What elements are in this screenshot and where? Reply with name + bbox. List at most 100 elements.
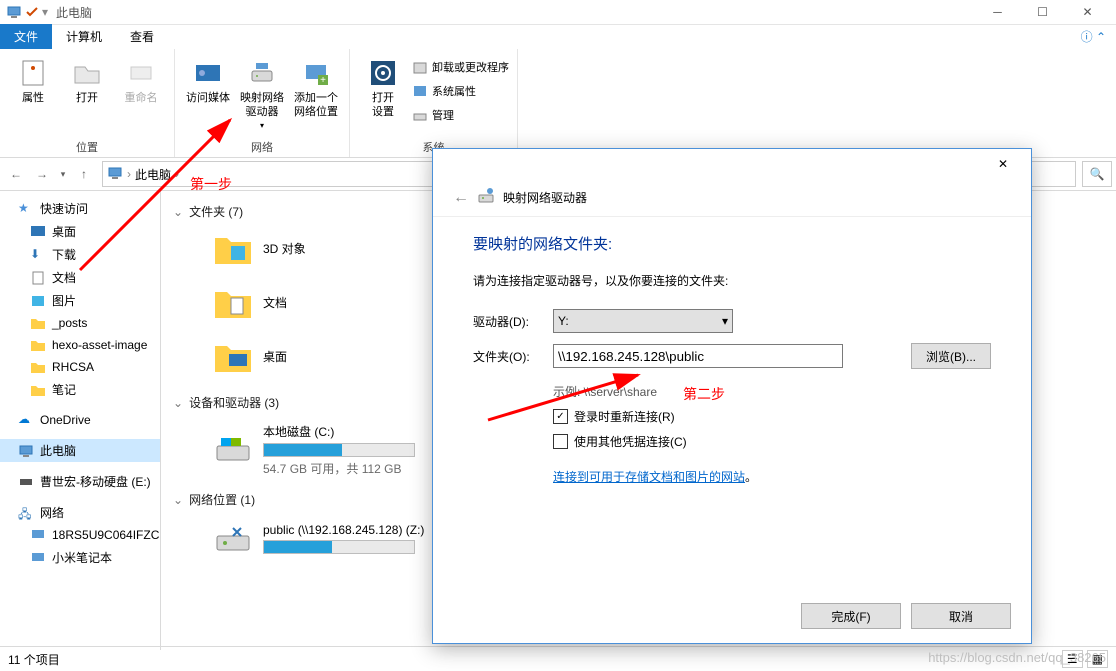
ribbon-uninstall[interactable]: 卸载或更改程序	[412, 57, 509, 79]
sidebar-pictures[interactable]: 图片	[0, 289, 160, 312]
label: 映射网络 驱动器	[240, 91, 284, 119]
sidebar-net1[interactable]: 18RS5U9C064IFZC	[0, 524, 160, 546]
sidebar-downloads[interactable]: ⬇下载	[0, 243, 160, 266]
label: 取消	[949, 608, 973, 625]
search-button[interactable]: 🔍	[1082, 161, 1112, 187]
drive-icon	[477, 187, 495, 208]
label: OneDrive	[40, 413, 91, 427]
nav-up-icon[interactable]: ↑	[72, 162, 96, 186]
check-icon[interactable]	[24, 4, 40, 20]
sidebar-posts[interactable]: _posts	[0, 312, 160, 334]
status-bar: 11 个项目 ☰ ▦	[0, 646, 1116, 671]
folder-label: 文件夹(O):	[473, 348, 553, 365]
sidebar-notes[interactable]: 笔记	[0, 378, 160, 401]
ribbon-collapse-icon[interactable]: ⓘ ⌃	[1071, 24, 1116, 49]
chevron-down-icon: ⌄	[173, 493, 183, 507]
label: 浏览(B)...	[926, 348, 976, 365]
pc-icon	[6, 4, 22, 20]
label: hexo-asset-image	[52, 338, 147, 352]
drive-name: 本地磁盘 (C:)	[263, 423, 415, 440]
label: 文件夹 (7)	[189, 203, 243, 220]
label: 文档	[263, 294, 287, 311]
label: 访问媒体	[186, 91, 230, 105]
capacity-bar	[263, 540, 415, 554]
minimize-button[interactable]: ─	[975, 0, 1020, 24]
label: 设备和驱动器 (3)	[189, 394, 279, 411]
maximize-button[interactable]: ☐	[1020, 0, 1065, 24]
label: 卸载或更改程序	[432, 61, 509, 75]
checkbox-icon	[553, 434, 568, 449]
reconnect-checkbox[interactable]: ✓登录时重新连接(R)	[553, 404, 991, 429]
close-button[interactable]: ✕	[1065, 0, 1110, 24]
ribbon: 属性 打开 重命名 位置 访问媒体 映射网络 驱动器▾ +添加一个 网络位置 网…	[0, 49, 1116, 158]
map-drive-dialog: ✕ ← 映射网络驱动器 要映射的网络文件夹: 请为连接指定驱动器号，以及你要连接…	[432, 148, 1032, 644]
label: 网络位置 (1)	[189, 491, 255, 508]
sidebar-hexo[interactable]: hexo-asset-image	[0, 334, 160, 356]
view-icons-icon[interactable]: ▦	[1087, 650, 1108, 668]
label: 打开	[76, 91, 98, 105]
sidebar-quick-access[interactable]: ★快速访问	[0, 197, 160, 220]
drive-info: 54.7 GB 可用，共 112 GB	[263, 460, 415, 477]
nav-forward-icon[interactable]: →	[30, 162, 54, 186]
sidebar-net2[interactable]: 小米笔记本	[0, 546, 160, 569]
label: 重命名	[125, 91, 158, 105]
folder-input[interactable]	[553, 344, 843, 368]
drive-select[interactable]: Y: ▾	[553, 309, 733, 333]
othercreds-checkbox[interactable]: 使用其他凭据连接(C)	[553, 429, 991, 454]
sidebar-network[interactable]: 🖧网络	[0, 501, 160, 524]
ribbon-open[interactable]: 打开	[62, 53, 112, 137]
label: 添加一个 网络位置	[294, 91, 338, 119]
netloc-name: public (\\192.168.245.128) (Z:)	[263, 523, 424, 537]
tab-file[interactable]: 文件	[0, 24, 52, 49]
chevron-down-icon: ▾	[722, 314, 728, 328]
label: 完成(F)	[831, 608, 870, 625]
sidebar-documents[interactable]: 文档	[0, 266, 160, 289]
label: 曹世宏-移动硬盘 (E:)	[40, 473, 151, 490]
ribbon-map-drive[interactable]: 映射网络 驱动器▾	[237, 53, 287, 137]
cancel-button[interactable]: 取消	[911, 603, 1011, 629]
dialog-close-button[interactable]: ✕	[983, 150, 1023, 178]
label: 图片	[52, 292, 76, 309]
dialog-back-icon[interactable]: ←	[453, 189, 469, 207]
dialog-titlebar: ✕	[433, 149, 1031, 179]
label: 下载	[52, 246, 76, 263]
sidebar-this-pc[interactable]: 此电脑	[0, 439, 160, 462]
ribbon-sysprops[interactable]: 系统属性	[412, 81, 509, 103]
ribbon-rename[interactable]: 重命名	[116, 53, 166, 137]
ribbon-access-media[interactable]: 访问媒体	[183, 53, 233, 137]
sidebar-desktop[interactable]: 桌面	[0, 220, 160, 243]
group-label: 网络	[183, 137, 341, 157]
label: 系统属性	[432, 85, 476, 99]
tab-view[interactable]: 查看	[116, 24, 168, 49]
drive-value: Y:	[558, 314, 569, 328]
window-title: 此电脑	[56, 4, 92, 21]
ribbon-tabs: 文件 计算机 查看 ⓘ ⌃	[0, 25, 1116, 49]
label: 此电脑	[40, 442, 76, 459]
finish-button[interactable]: 完成(F)	[801, 603, 901, 629]
label: 文档	[52, 269, 76, 286]
ribbon-add-location[interactable]: +添加一个 网络位置	[291, 53, 341, 137]
qat-dropdown-icon[interactable]: ▾	[42, 5, 48, 19]
browse-button[interactable]: 浏览(B)...	[911, 343, 991, 369]
nav-dropdown-icon[interactable]: ▾	[56, 162, 70, 186]
group-label: 位置	[8, 137, 166, 157]
nav-back-icon[interactable]: ←	[4, 162, 28, 186]
ribbon-properties[interactable]: 属性	[8, 53, 58, 137]
sidebar-rhcsa[interactable]: RHCSA	[0, 356, 160, 378]
example-text: 示例: \\server\share	[553, 379, 991, 404]
sidebar-ext-drive[interactable]: 曹世宏-移动硬盘 (E:)	[0, 470, 160, 493]
view-details-icon[interactable]: ☰	[1062, 650, 1083, 668]
tab-computer[interactable]: 计算机	[52, 24, 116, 49]
sidebar-onedrive[interactable]: ☁OneDrive	[0, 409, 160, 431]
pc-icon	[107, 165, 123, 184]
ribbon-manage[interactable]: 管理	[412, 105, 509, 127]
dialog-subtitle: 映射网络驱动器	[503, 189, 587, 206]
label: 小米笔记本	[52, 549, 112, 566]
storage-link[interactable]: 连接到可用于存储文档和图片的网站	[553, 470, 745, 484]
label: 使用其他凭据连接(C)	[574, 433, 687, 450]
label: 3D 对象	[263, 240, 306, 257]
ribbon-open-settings[interactable]: 打开 设置	[358, 53, 408, 137]
nav-tree: ★快速访问 桌面 ⬇下载 文档 图片 _posts hexo-asset-ima…	[0, 191, 161, 650]
period: 。	[745, 470, 757, 484]
label: 桌面	[263, 348, 287, 365]
